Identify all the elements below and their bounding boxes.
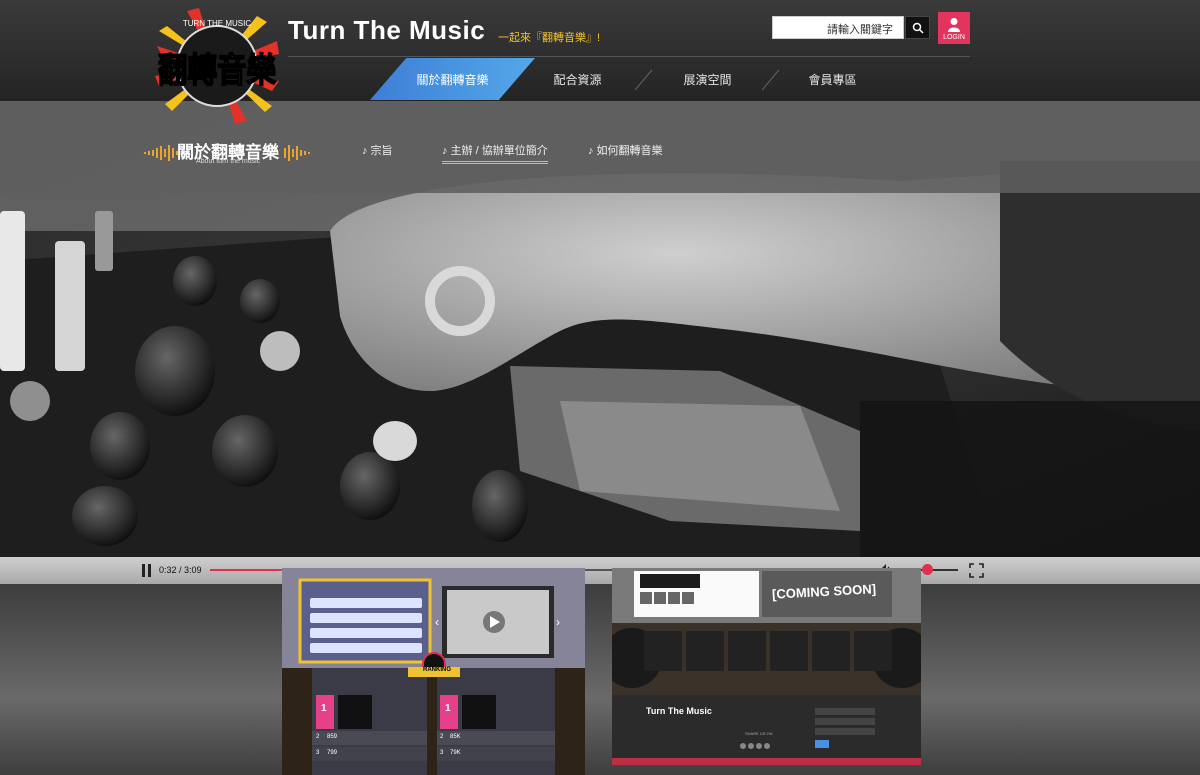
- rank-count: 79K: [450, 750, 461, 756]
- volume-slider-handle[interactable]: [922, 564, 933, 575]
- ranking-label: RANKING: [423, 667, 451, 673]
- subnav-link-organizers[interactable]: ♪ 主辦 / 協辦單位簡介: [442, 142, 548, 164]
- svg-text:›: ›: [556, 615, 560, 629]
- nav-item-about[interactable]: 關於翻轉音樂: [395, 58, 510, 100]
- svg-text:‹: ‹: [435, 615, 439, 629]
- subnav-link-purpose[interactable]: ♪ 宗旨: [362, 142, 393, 158]
- pause-icon: [142, 564, 145, 577]
- video-player-controls: 0:32 / 3:09: [0, 557, 1200, 584]
- share-label: SHARE US ON: [745, 731, 773, 736]
- logo-graphic: TURN THE MUSIC 翻轉音樂: [155, 8, 279, 124]
- nav-separator: [761, 70, 780, 90]
- search-button[interactable]: [905, 16, 930, 39]
- nav-separator: [634, 70, 653, 90]
- playback-time: 0:32 / 3:09: [159, 565, 202, 575]
- rank-count: 859: [327, 734, 338, 740]
- rank-number: 2: [440, 734, 444, 740]
- site-logo[interactable]: TURN THE MUSIC 翻轉音樂: [150, 4, 285, 129]
- search-icon: [912, 22, 924, 34]
- rank-number: 3: [440, 750, 444, 756]
- subnav-link-how-to[interactable]: ♪ 如何翻轉音樂: [588, 142, 663, 158]
- login-button[interactable]: LOGIN: [938, 12, 970, 44]
- pause-button[interactable]: [141, 564, 153, 577]
- site-slogan: 一起來『翻轉音樂』!: [498, 32, 601, 44]
- rank-number: 2: [316, 734, 320, 740]
- subnav-subtitle: About turn the music: [196, 158, 261, 165]
- content-area: [0, 584, 1200, 775]
- site-title[interactable]: Turn The Music: [288, 15, 485, 46]
- logo-caption: TURN THE MUSIC: [183, 19, 252, 28]
- rank-count: 85K: [450, 734, 461, 740]
- nav-item-venues[interactable]: 展演空間: [670, 58, 745, 100]
- hero-banner: 關於翻轉音樂 About turn the music ♪ 宗旨 ♪ 主辦 / …: [0, 101, 1200, 558]
- search-input[interactable]: 請輸入關鍵字: [772, 16, 904, 39]
- preview-thumbnail-ranking[interactable]: ‹ › RANKING 1 1 2 859 3 799 2 85K 3 79K: [282, 568, 585, 775]
- rank-badge: 1: [321, 703, 327, 714]
- logo-wordmark: 翻轉音樂: [158, 51, 277, 91]
- preview-thumbnail-coming-soon[interactable]: [COMING SOON] Turn The Music SHARE US ON: [612, 568, 921, 765]
- rank-count: 799: [327, 750, 338, 756]
- rank-number: 3: [316, 750, 320, 756]
- page: 關於翻轉音樂 About turn the music ♪ 宗旨 ♪ 主辦 / …: [0, 0, 1200, 775]
- rank-badge: 1: [445, 703, 451, 714]
- sound-wave-icon: [284, 145, 310, 161]
- fullscreen-icon[interactable]: [969, 563, 984, 578]
- header-divider: [288, 56, 970, 57]
- footer-title: Turn The Music: [646, 706, 712, 716]
- user-icon: [948, 18, 960, 32]
- login-label: LOGIN: [943, 34, 965, 41]
- nav-item-resources[interactable]: 配合資源: [540, 58, 615, 100]
- main-navigation: 關於翻轉音樂 配合資源 展演空間 會員專區: [370, 58, 970, 100]
- nav-item-members[interactable]: 會員專區: [795, 58, 870, 100]
